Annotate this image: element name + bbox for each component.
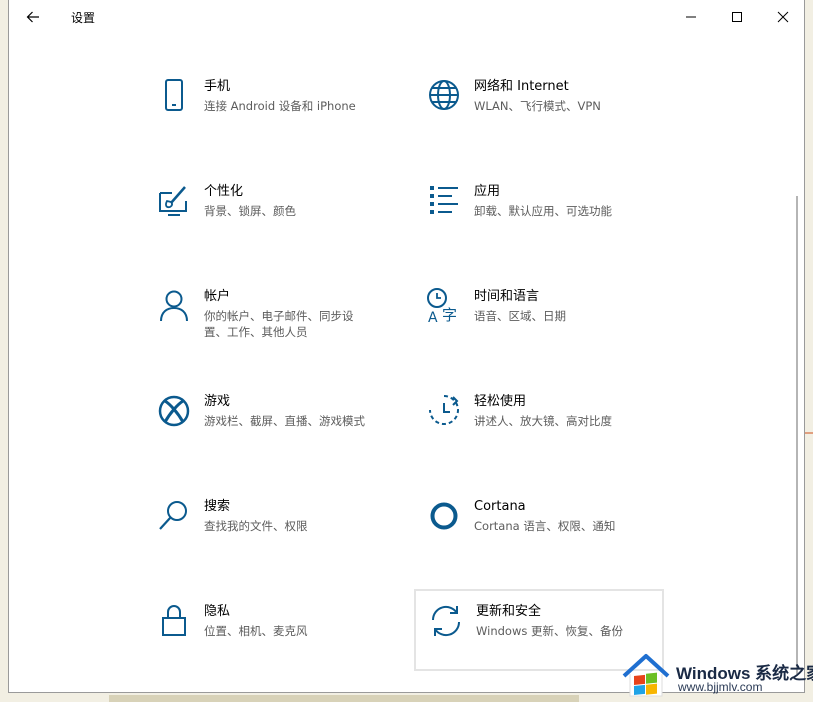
watermark: Windows 系统之家 www.bjjmlv.com	[622, 652, 813, 698]
close-button[interactable]	[760, 0, 804, 34]
scrollbar[interactable]	[796, 196, 798, 674]
settings-item-name: 手机	[204, 79, 231, 94]
settings-item-text: 手机连接 Android 设备和 iPhone	[204, 78, 394, 114]
settings-item-name: 轻松使用	[474, 394, 527, 409]
time-language-icon: A字	[424, 286, 464, 326]
settings-item-name: Cortana	[474, 499, 526, 514]
settings-item[interactable]: 网络和 Internet WLAN、飞行模式、VPN	[424, 76, 674, 158]
settings-item-description: 讲述人、放大镜、高对比度	[474, 414, 612, 428]
settings-item[interactable]: 帐户你的帐户、电子邮件、同步设置、工作、其他人员	[154, 286, 404, 368]
settings-item-description: 你的帐户、电子邮件、同步设置、工作、其他人员	[204, 309, 354, 339]
settings-window: 设置 手机连接 Android 设备和 iPhone 网络和 Internet WL…	[8, 0, 805, 693]
settings-item-text: 隐私位置、相机、麦克风	[204, 603, 394, 639]
settings-item[interactable]: Cortana Cortana 语言、权限、通知	[424, 496, 674, 578]
settings-item[interactable]: 游戏游戏栏、截屏、直播、游戏模式	[154, 391, 404, 473]
close-icon	[777, 11, 789, 23]
maximize-button[interactable]	[714, 0, 760, 34]
background-stripe	[109, 695, 579, 702]
settings-item-name: 搜索	[204, 499, 231, 514]
lock-icon	[154, 601, 194, 641]
settings-item-name: 隐私	[204, 604, 231, 619]
window-title: 设置	[71, 11, 96, 25]
maximize-icon	[732, 12, 742, 22]
settings-item-text: 时间和语言语音、区域、日期	[474, 288, 664, 324]
settings-item-description: 背景、锁屏、颜色	[204, 204, 296, 218]
globe-icon	[424, 76, 464, 116]
settings-item-text: 搜索查找我的文件、权限	[204, 498, 394, 534]
settings-item-text: 更新和安全 Windows 更新、恢复、备份	[476, 603, 666, 639]
settings-item-text: 个性化背景、锁屏、颜色	[204, 183, 394, 219]
settings-item-description: Windows 更新、恢复、备份	[476, 624, 623, 638]
settings-item-text: Cortana Cortana 语言、权限、通知	[474, 498, 664, 534]
apps-list-icon	[424, 181, 464, 221]
settings-item-description: Cortana 语言、权限、通知	[474, 519, 616, 533]
settings-item[interactable]: 隐私位置、相机、麦克风	[154, 601, 404, 683]
settings-item-description: 卸载、默认应用、可选功能	[474, 204, 612, 218]
watermark-url: www.bjjmlv.com	[678, 680, 763, 694]
settings-item[interactable]: 手机连接 Android 设备和 iPhone	[154, 76, 404, 158]
settings-item[interactable]: 应用卸载、默认应用、可选功能	[424, 181, 674, 263]
personalization-icon	[154, 181, 194, 221]
settings-item-name: 网络和 Internet	[474, 79, 569, 94]
back-button[interactable]	[19, 4, 47, 30]
settings-item-description: 查找我的文件、权限	[204, 519, 308, 533]
back-arrow-icon	[26, 11, 39, 23]
phone-icon	[154, 76, 194, 116]
settings-item[interactable]: 轻松使用讲述人、放大镜、高对比度	[424, 391, 674, 473]
settings-item-text: 轻松使用讲述人、放大镜、高对比度	[474, 393, 664, 429]
settings-item-description: 位置、相机、麦克风	[204, 624, 308, 638]
settings-item[interactable]: 个性化背景、锁屏、颜色	[154, 181, 404, 263]
settings-item[interactable]: A 字时间和语言 语音、区域、日期	[424, 286, 674, 368]
update-sync-icon	[426, 601, 466, 641]
ease-of-access-icon	[424, 391, 464, 431]
settings-item-description: 游戏栏、截屏、直播、游戏模式	[204, 414, 365, 428]
svg-text:A: A	[428, 310, 438, 326]
settings-item-text: 网络和 Internet WLAN、飞行模式、VPN	[474, 78, 664, 114]
minimize-button[interactable]	[668, 0, 714, 34]
cortana-icon	[424, 496, 464, 536]
person-icon	[154, 286, 194, 326]
svg-text:字: 字	[442, 306, 457, 324]
title-bar: 设置	[9, 0, 804, 34]
settings-item-name: 更新和安全	[476, 604, 542, 619]
settings-item-description: WLAN、飞行模式、VPN	[474, 99, 601, 113]
settings-item-name: 个性化	[204, 184, 244, 199]
settings-item-text: 帐户你的帐户、电子邮件、同步设置、工作、其他人员	[204, 288, 394, 340]
background-line	[805, 432, 813, 434]
windows-logo-house-icon	[622, 654, 670, 697]
search-icon	[154, 496, 194, 536]
settings-item-name: 应用	[474, 184, 501, 199]
xbox-icon	[154, 391, 194, 431]
settings-item-description: 连接 Android 设备和 iPhone	[204, 99, 356, 113]
settings-item-name: 帐户	[204, 289, 231, 304]
settings-item-name: 时间和语言	[474, 289, 540, 304]
settings-item-name: 游戏	[204, 394, 231, 409]
settings-item-text: 应用卸载、默认应用、可选功能	[474, 183, 664, 219]
settings-item-description: 语音、区域、日期	[474, 309, 566, 323]
minimize-icon	[686, 16, 696, 18]
settings-item[interactable]: 搜索查找我的文件、权限	[154, 496, 404, 578]
settings-item-text: 游戏游戏栏、截屏、直播、游戏模式	[204, 393, 394, 429]
